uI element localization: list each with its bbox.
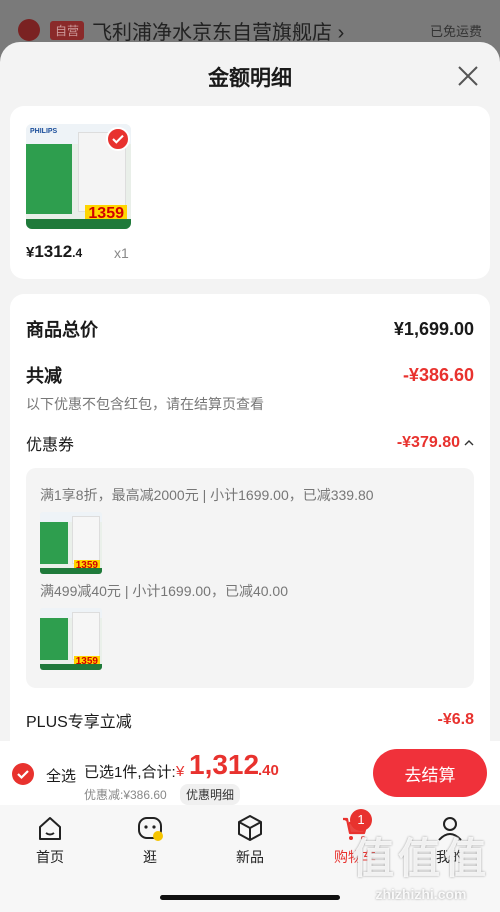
checked-icon[interactable] xyxy=(106,127,130,151)
self-operated-tag: 自营 xyxy=(50,20,85,40)
bottom-tab-bar: 首页 逛 新品 购物车 1 我的 值值值 zhizhizhi.com xyxy=(0,805,500,912)
watermark-url: zhizhizhi.com xyxy=(375,886,467,902)
price-detail-card: 商品总价 ¥1,699.00 共减 -¥386.60 以下优惠不包含红包，请在结… xyxy=(10,294,490,764)
coupon-product-thumbnail: 1359 xyxy=(40,608,102,670)
saved-amount: 优惠减:¥386.60 xyxy=(84,788,167,802)
discount-value: -¥386.60 xyxy=(402,364,474,385)
total-currency: ¥ xyxy=(176,763,185,780)
plus-value: -¥6.8 xyxy=(437,711,474,728)
thumb-brand: PHILIPS xyxy=(30,128,58,135)
unit-price: ¥1312.4 xyxy=(26,242,83,261)
tab-browse[interactable]: 逛 xyxy=(110,813,190,867)
coupon-line: 满499减40元 | 小计1699.00，已减40.00 xyxy=(40,583,288,599)
plus-label: PLUS专享立减 xyxy=(26,714,132,731)
coupon-list: 满1享8折，最高减2000元 | 小计1699.00，已减339.80 1359… xyxy=(26,468,474,688)
store-logo-icon xyxy=(18,19,40,41)
tab-label: 首页 xyxy=(36,849,64,865)
store-name: 飞利浦净水京东自营旗舰店 › xyxy=(92,21,345,44)
discount-label: 共减 xyxy=(26,366,62,386)
tab-home[interactable]: 首页 xyxy=(10,813,90,867)
quantity: x1 xyxy=(114,245,129,261)
coupon-product-thumbnail: 1359 xyxy=(40,512,102,574)
coupon-row[interactable]: 优惠券 -¥379.80 xyxy=(26,431,474,455)
tab-label: 逛 xyxy=(143,849,157,865)
chevron-up-icon[interactable] xyxy=(464,439,474,447)
select-all-label[interactable]: 全选 xyxy=(46,765,76,786)
select-all-check-icon[interactable] xyxy=(12,763,34,785)
shipping-status: 已免运费 xyxy=(429,23,482,39)
checkout-button[interactable]: 去结算 xyxy=(373,749,487,797)
discount-detail-link[interactable]: 优惠明细 xyxy=(180,784,241,805)
plus-discount-row: PLUS专享立减 -¥6.8 xyxy=(26,708,474,732)
home-icon xyxy=(39,817,61,840)
coupon-value-wrap[interactable]: -¥379.80 xyxy=(397,434,474,452)
checkout-bar: 全选 已选1件,合计: ¥ 1,312 .40 优惠减:¥386.60 优惠明细… xyxy=(0,741,500,805)
tab-new[interactable]: 新品 xyxy=(210,813,290,867)
total-label: 商品总价 xyxy=(26,320,98,340)
tab-label: 新品 xyxy=(236,849,264,865)
coupon-value: -¥379.80 xyxy=(396,434,460,451)
product-card: PHILIPS 1359 ¥1312.4 x1 xyxy=(10,106,490,279)
sheet-title: 金额明细 xyxy=(208,67,292,90)
cube-icon xyxy=(238,815,262,841)
close-icon[interactable] xyxy=(456,64,480,88)
total-decimal: .40 xyxy=(258,762,279,779)
browse-icon xyxy=(138,817,163,841)
amount-detail-sheet: 金额明细 PHILIPS 1359 ¥1312.4 x1 商品总价 ¥1,699… xyxy=(0,42,500,912)
selected-count: 已选1件,合计: xyxy=(84,764,176,781)
coupon-line: 满1享8折，最高减2000元 | 小计1699.00，已减339.80 xyxy=(40,487,374,503)
watermark-logo: 值值值 xyxy=(351,835,490,882)
coupon-label: 优惠券 xyxy=(26,437,75,454)
home-indicator xyxy=(160,895,340,900)
discount-note: 以下优惠不包含红包，请在结算页查看 xyxy=(26,396,264,412)
watermark: 值值值 zhizhizhi.com xyxy=(352,825,490,902)
total-value: ¥1,699.00 xyxy=(393,318,474,339)
total-amount: 1,312 xyxy=(189,749,260,780)
total-row: 商品总价 ¥1,699.00 xyxy=(26,316,474,342)
discount-row: 共减 -¥386.60 xyxy=(26,362,474,388)
